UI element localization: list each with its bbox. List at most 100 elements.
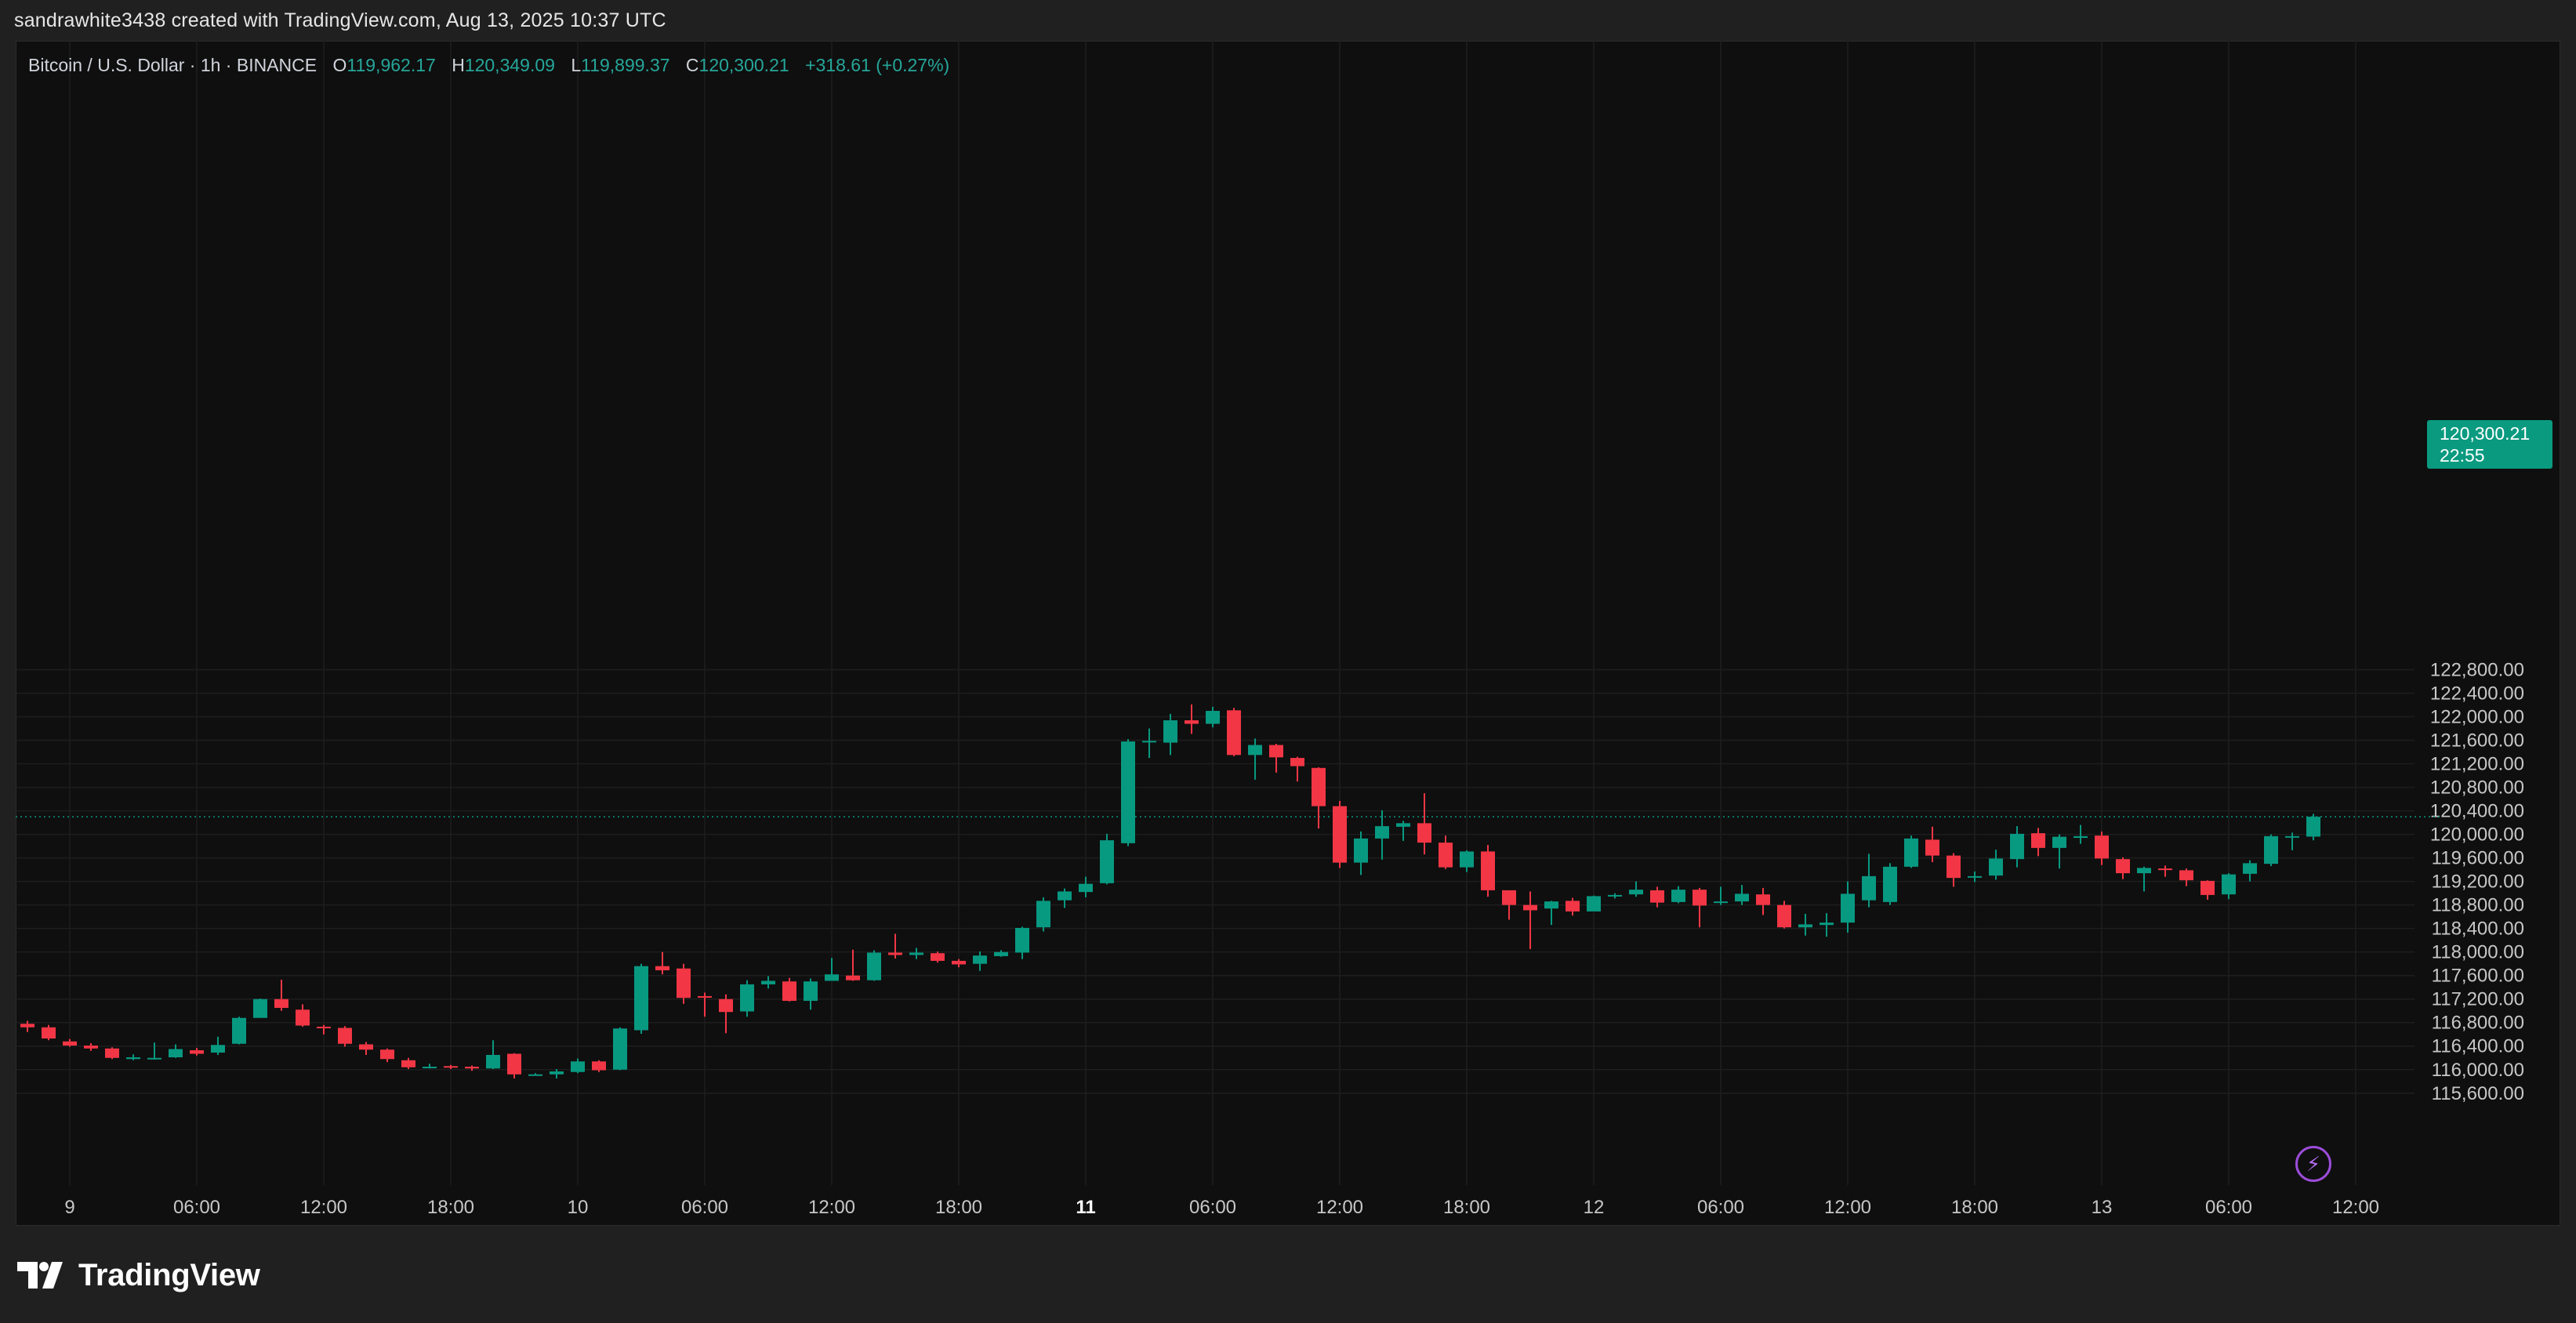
candle-down[interactable] [698, 995, 712, 998]
candle-down[interactable] [465, 1067, 479, 1069]
candle-up[interactable] [2264, 835, 2278, 864]
candle-up[interactable] [1671, 890, 1685, 902]
candle-up[interactable] [232, 1017, 246, 1044]
candle-down[interactable] [1417, 823, 1431, 843]
candle-up[interactable] [1142, 741, 1156, 743]
candle-down[interactable] [444, 1066, 458, 1068]
candle-up[interactable] [571, 1061, 585, 1072]
candle-up[interactable] [2285, 835, 2299, 838]
candle-down[interactable] [1312, 767, 1326, 806]
candle-up[interactable] [740, 984, 754, 1012]
candle-up[interactable] [147, 1057, 161, 1060]
candle-up[interactable] [1248, 745, 1262, 756]
candle-up[interactable] [994, 951, 1008, 956]
candle-up[interactable] [253, 999, 267, 1018]
candle-down[interactable] [931, 953, 945, 961]
candlestick-chart[interactable]: 115,600.00116,000.00 116,400.00116,800.00… [16, 41, 2560, 1226]
candle-down[interactable] [1756, 894, 1770, 905]
candle-down[interactable] [1481, 851, 1495, 890]
candle-up[interactable] [2137, 868, 2151, 874]
candle-up[interactable] [1904, 838, 1918, 867]
candle-up[interactable] [1100, 840, 1114, 883]
candle-down[interactable] [2031, 833, 2045, 848]
candle-down[interactable] [274, 999, 288, 1008]
candle-up[interactable] [1354, 838, 1368, 863]
candle-down[interactable] [380, 1049, 394, 1060]
candle-up[interactable] [1608, 894, 1622, 897]
candle-down[interactable] [1439, 843, 1453, 868]
candle-down[interactable] [1523, 904, 1537, 911]
candle-up[interactable] [126, 1057, 140, 1060]
candle-down[interactable] [1502, 890, 1516, 905]
candle-up[interactable] [486, 1055, 500, 1069]
candle-up[interactable] [2073, 835, 2088, 839]
candle-up[interactable] [804, 981, 818, 1001]
candle-down[interactable] [952, 960, 966, 965]
candle-down[interactable] [63, 1041, 77, 1046]
candle-down[interactable] [2179, 870, 2193, 881]
candle-down[interactable] [592, 1061, 606, 1071]
candle-down[interactable] [84, 1045, 98, 1049]
lightning-icon[interactable]: ⚡ [2295, 1146, 2331, 1182]
candle-up[interactable] [1989, 858, 2003, 876]
candle-up[interactable] [1036, 901, 1050, 928]
candle-up[interactable] [1163, 720, 1177, 743]
candle-up[interactable] [1862, 875, 1876, 901]
candle-up[interactable] [1714, 901, 1728, 904]
candle-up[interactable] [1968, 875, 1982, 878]
candle-down[interactable] [1947, 855, 1961, 879]
candle-down[interactable] [1693, 890, 1707, 906]
candle-up[interactable] [2306, 817, 2320, 837]
candle-down[interactable] [1185, 720, 1199, 724]
candle-down[interactable] [296, 1009, 310, 1026]
candle-up[interactable] [613, 1028, 627, 1070]
candle-down[interactable] [1269, 745, 1283, 758]
candle-up[interactable] [1121, 741, 1135, 843]
candle-up[interactable] [1058, 891, 1072, 901]
candle-down[interactable] [1227, 710, 1241, 756]
candle-up[interactable] [867, 952, 881, 980]
candle-down[interactable] [2095, 835, 2109, 859]
candle-down[interactable] [888, 952, 902, 955]
candle-down[interactable] [1566, 901, 1580, 912]
candle-down[interactable] [1777, 904, 1791, 928]
candle-down[interactable] [1925, 839, 1939, 856]
candle-up[interactable] [1798, 924, 1812, 928]
candle-down[interactable] [655, 966, 669, 970]
symbol-title[interactable]: Bitcoin / U.S. Dollar · 1h · BINANCE [28, 55, 317, 75]
candle-up[interactable] [2052, 836, 2066, 848]
candle-down[interactable] [338, 1028, 352, 1044]
candle-down[interactable] [1333, 806, 1347, 863]
candle-up[interactable] [211, 1045, 225, 1053]
tradingview-logo[interactable]: TradingView [17, 1256, 260, 1295]
candle-up[interactable] [634, 966, 648, 1031]
candle-down[interactable] [42, 1027, 56, 1038]
candle-down[interactable] [190, 1049, 204, 1054]
candle-down[interactable] [359, 1044, 373, 1050]
candle-down[interactable] [846, 975, 860, 980]
candle-up[interactable] [1841, 893, 1855, 923]
candle-down[interactable] [507, 1053, 521, 1075]
candle-down[interactable] [677, 968, 691, 999]
candle-up[interactable] [1735, 893, 1749, 902]
candle-down[interactable] [105, 1048, 119, 1058]
candle-up[interactable] [1883, 866, 1897, 902]
candle-down[interactable] [317, 1026, 331, 1028]
candle-down[interactable] [2116, 859, 2130, 874]
candle-up[interactable] [1820, 922, 1834, 926]
candle-down[interactable] [1290, 758, 1304, 767]
candle-up[interactable] [1629, 890, 1643, 895]
candle-up[interactable] [1079, 883, 1093, 893]
candle-down[interactable] [2200, 880, 2215, 895]
candle-up[interactable] [2222, 874, 2236, 895]
candle-up[interactable] [528, 1074, 542, 1076]
candle-up[interactable] [1015, 927, 1029, 953]
candle-up[interactable] [1206, 711, 1220, 724]
candle-up[interactable] [1460, 851, 1474, 868]
candle-up[interactable] [825, 974, 839, 981]
candle-down[interactable] [1650, 890, 1664, 903]
candle-down[interactable] [719, 999, 733, 1013]
candle-up[interactable] [550, 1071, 564, 1075]
candle-up[interactable] [1544, 901, 1558, 909]
candle-down[interactable] [782, 981, 796, 1001]
